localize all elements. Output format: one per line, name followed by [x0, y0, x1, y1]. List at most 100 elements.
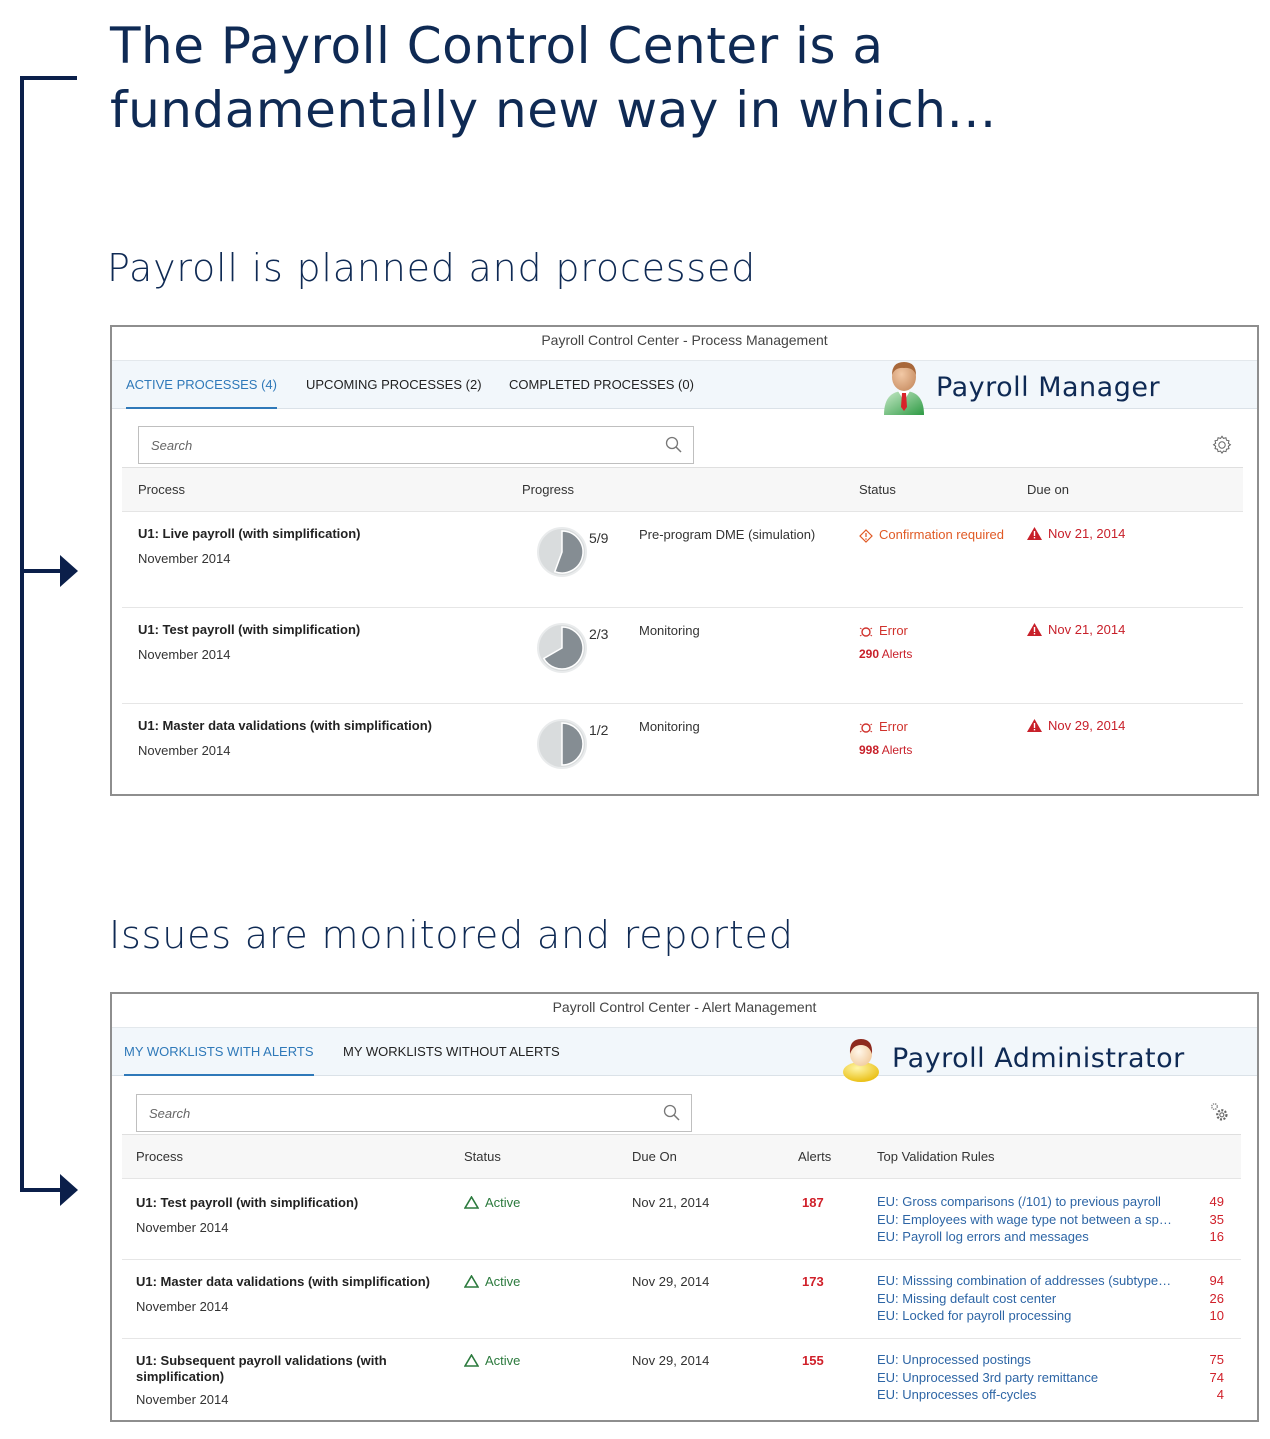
status-text: Active — [485, 1353, 521, 1368]
validation-rule-link[interactable]: EU: Unprocessed postings — [877, 1351, 1098, 1369]
process-name[interactable]: U1: Master data validations (with simpli… — [136, 1274, 430, 1289]
settings-gears-icon[interactable] — [1209, 1102, 1231, 1124]
progress-pie — [537, 623, 587, 673]
validation-rule-link[interactable]: EU: Unprocesses off-cycles — [877, 1386, 1098, 1404]
process-name[interactable]: U1: Test payroll (with simplification) — [138, 622, 360, 637]
alerts-count-link[interactable]: 290 Alerts — [859, 647, 912, 661]
alert-triangle-icon — [1027, 623, 1042, 636]
tab-active-processes[interactable]: ACTIVE PROCESSES (4) — [126, 361, 277, 409]
role-payroll-manager: Payroll Manager — [880, 357, 1160, 417]
status-text[interactable]: Confirmation required — [879, 527, 1004, 542]
section-title-planned: Payroll is planned and processed — [107, 246, 757, 290]
active-triangle-icon — [464, 1354, 479, 1367]
col-top-rules: Top Validation Rules — [877, 1149, 995, 1164]
alerts-label: Alerts — [881, 646, 913, 661]
active-triangle-icon — [464, 1196, 479, 1209]
process-name[interactable]: U1: Master data validations (with simpli… — [138, 718, 432, 733]
alert-triangle-icon — [1027, 527, 1042, 540]
headline: The Payroll Control Center is a fundamen… — [110, 14, 997, 142]
search-input[interactable] — [139, 427, 639, 463]
due-date: Nov 21, 2014 — [1048, 526, 1126, 541]
validation-rule-link[interactable]: EU: Gross comparisons (/101) to previous… — [877, 1193, 1172, 1211]
table-row[interactable]: U1: Test payroll (with simplification) N… — [122, 1180, 1241, 1260]
arrow-to-alert-panel — [20, 1188, 62, 1192]
table-row[interactable]: U1: Test payroll (with simplification) N… — [122, 608, 1243, 704]
tab-worklists-with-alerts[interactable]: MY WORKLISTS WITH ALERTS — [124, 1028, 314, 1076]
process-period: November 2014 — [138, 551, 231, 566]
alert-triangle-icon — [1027, 719, 1042, 732]
warning-diamond-icon — [859, 528, 873, 543]
rule-count: 94 — [1209, 1273, 1224, 1288]
alerts-count[interactable]: 187 — [802, 1195, 824, 1210]
progress-pie — [537, 527, 587, 577]
table-row[interactable]: U1: Live payroll (with simplification) N… — [122, 512, 1243, 608]
rule-count: 10 — [1209, 1308, 1224, 1323]
role-label: Payroll Manager — [936, 371, 1161, 403]
col-alerts: Alerts — [798, 1149, 832, 1164]
validation-rule-link[interactable]: EU: Missing default cost center — [877, 1290, 1171, 1308]
validation-rule-link[interactable]: EU: Locked for payroll processing — [877, 1307, 1171, 1325]
process-name-line-2[interactable]: simplification) — [136, 1369, 387, 1385]
process-name[interactable]: U1: Live payroll (with simplification) — [138, 526, 360, 541]
col-due: Due On — [632, 1149, 677, 1164]
alerts-count: 998 — [859, 742, 880, 757]
rule-count: 75 — [1209, 1352, 1224, 1367]
table-header: Process Status Due On Alerts Top Validat… — [122, 1134, 1241, 1179]
alerts-count[interactable]: 155 — [802, 1353, 824, 1368]
status-text: Active — [485, 1195, 521, 1210]
process-period: November 2014 — [138, 647, 231, 662]
status-text[interactable]: Error — [879, 623, 908, 638]
manager-avatar-icon — [880, 357, 928, 417]
administrator-avatar-icon — [838, 1034, 884, 1082]
alerts-count-link[interactable]: 998 Alerts — [859, 743, 912, 757]
due-date: Nov 29, 2014 — [632, 1274, 710, 1289]
arrow-head-icon — [60, 1174, 78, 1206]
due-date: Nov 21, 2014 — [1048, 622, 1126, 637]
table-header: Process Progress Status Due on — [122, 467, 1243, 512]
process-name-line-1[interactable]: U1: Subsequent payroll validations (with — [136, 1353, 387, 1369]
rule-count: 35 — [1209, 1211, 1224, 1227]
tab-worklists-without-alerts[interactable]: MY WORKLISTS WITHOUT ALERTS — [343, 1028, 560, 1076]
col-due: Due on — [1027, 482, 1069, 497]
alerts-label: Alerts — [881, 742, 913, 757]
process-period: November 2014 — [138, 743, 231, 758]
process-period: November 2014 — [136, 1392, 229, 1407]
search-icon[interactable] — [663, 1104, 681, 1122]
table-row[interactable]: U1: Master data validations (with simpli… — [122, 1260, 1241, 1339]
panel-title: Payroll Control Center - Alert Managemen… — [112, 994, 1257, 1028]
validation-rule-link[interactable]: EU: Payroll log errors and messages — [877, 1228, 1172, 1246]
alerts-count[interactable]: 173 — [802, 1274, 824, 1289]
validation-rule-link[interactable]: EU: Employees with wage type not between… — [877, 1211, 1172, 1229]
process-period: November 2014 — [136, 1299, 229, 1314]
table-row[interactable]: U1: Master data validations (with simpli… — [122, 704, 1243, 794]
settings-icon[interactable] — [1211, 434, 1233, 456]
rule-count: 16 — [1209, 1229, 1224, 1244]
rule-count: 4 — [1216, 1387, 1224, 1402]
col-process: Process — [138, 482, 185, 497]
headline-line-1: The Payroll Control Center is a — [110, 17, 884, 75]
process-step: Monitoring — [639, 623, 700, 638]
progress-label: 1/2 — [589, 722, 609, 738]
role-label: Payroll Administrator — [892, 1042, 1185, 1074]
arrow-to-process-panel — [20, 569, 62, 573]
process-step: Pre-program DME (simulation) — [639, 527, 816, 542]
tab-completed-processes[interactable]: COMPLETED PROCESSES (0) — [509, 361, 694, 409]
table-row[interactable]: U1: Subsequent payroll validations (with… — [122, 1339, 1241, 1419]
tab-upcoming-processes[interactable]: UPCOMING PROCESSES (2) — [306, 361, 482, 409]
progress-label: 5/9 — [589, 530, 609, 546]
validation-rule-link[interactable]: EU: Misssing combination of addresses (s… — [877, 1272, 1171, 1290]
validation-rule-link[interactable]: EU: Unprocessed 3rd party remittance — [877, 1369, 1098, 1387]
search-field[interactable] — [136, 1094, 692, 1132]
col-progress: Progress — [522, 482, 575, 497]
process-name[interactable]: U1: Test payroll (with simplification) — [136, 1195, 358, 1210]
process-management-panel: Payroll Control Center - Process Managem… — [110, 325, 1259, 796]
bracket-top — [20, 76, 77, 80]
alerts-count: 290 — [859, 646, 880, 661]
status-text[interactable]: Error — [879, 719, 908, 734]
search-field[interactable] — [138, 426, 694, 464]
search-icon[interactable] — [665, 436, 683, 454]
active-triangle-icon — [464, 1275, 479, 1288]
progress-label: 2/3 — [589, 626, 609, 642]
search-input[interactable] — [137, 1095, 637, 1131]
col-process: Process — [136, 1149, 183, 1164]
